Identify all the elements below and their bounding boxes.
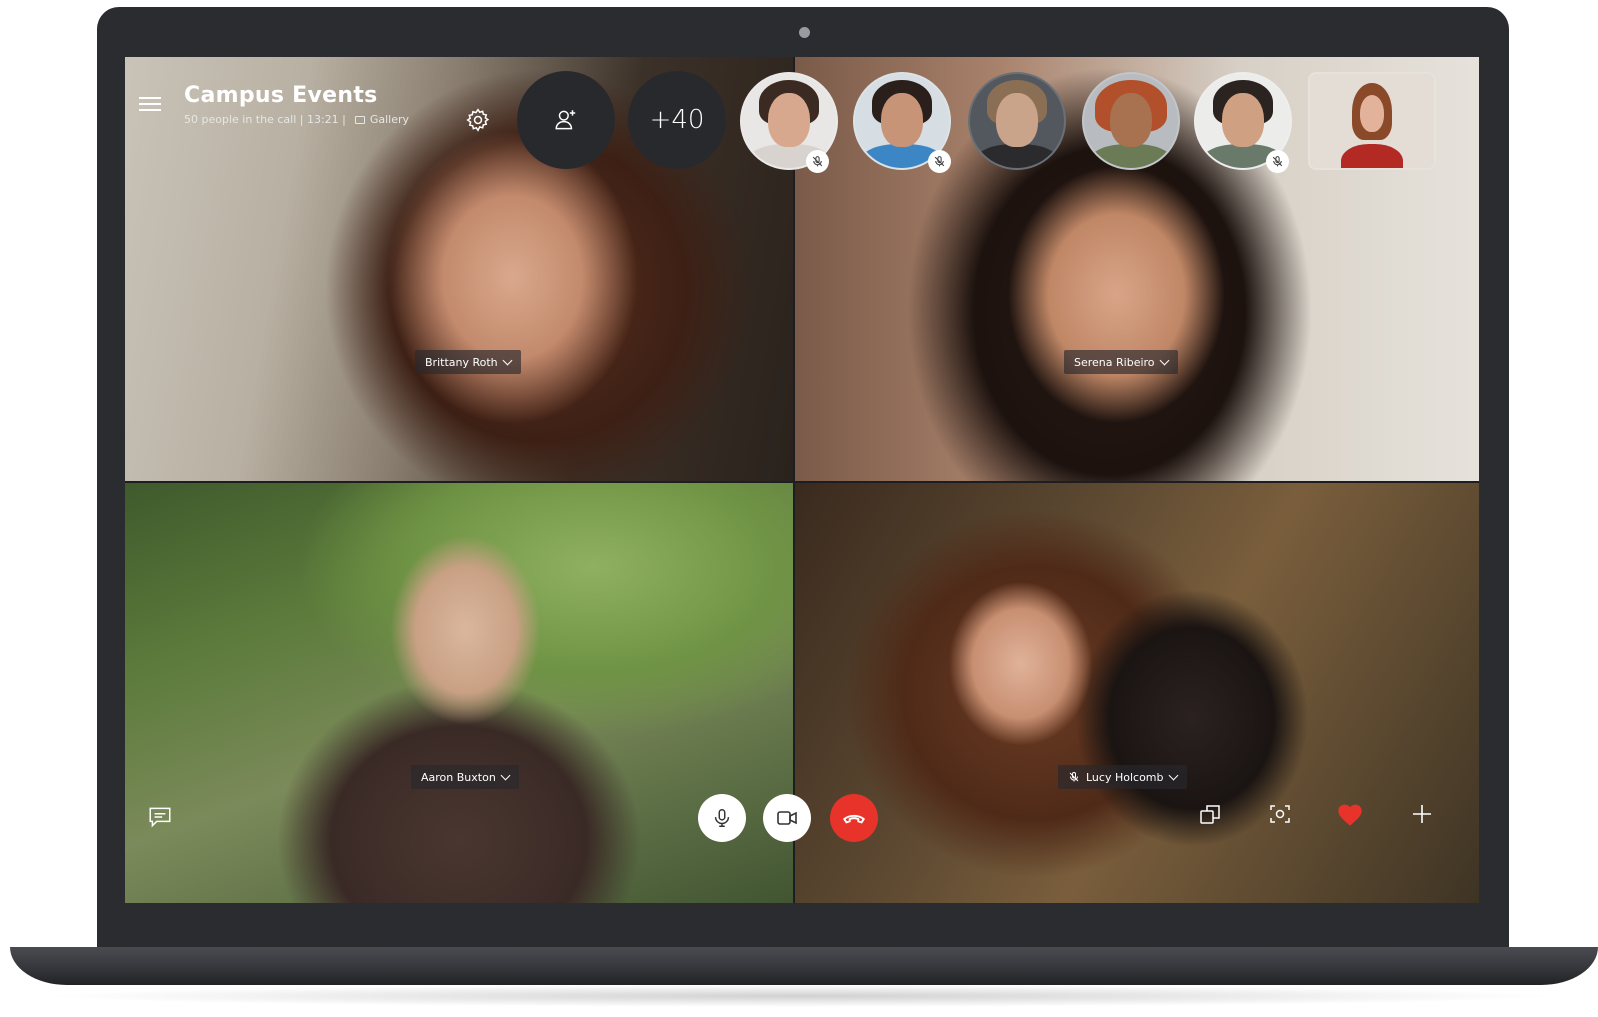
laptop-base	[10, 947, 1598, 985]
heart-icon[interactable]	[1335, 799, 1365, 829]
chevron-down-icon	[500, 770, 511, 780]
microphone-icon	[714, 809, 730, 827]
end-call-button[interactable]	[830, 794, 878, 842]
call-title: Campus Events	[184, 83, 378, 108]
participant-name-tag[interactable]: Lucy Holcomb	[1058, 765, 1187, 789]
snapshot-icon[interactable]	[1265, 799, 1295, 829]
gallery-icon	[354, 115, 365, 124]
video-tile-3[interactable]	[125, 483, 793, 903]
participant-name-tag[interactable]: Serena Ribeiro	[1064, 350, 1178, 374]
hang-up-icon	[842, 814, 866, 824]
muted-badge	[928, 150, 951, 173]
tile-divider	[793, 57, 795, 903]
participant-avatar[interactable]	[968, 72, 1066, 170]
webcam	[799, 27, 810, 38]
chevron-down-icon	[502, 355, 513, 365]
chat-icon[interactable]	[145, 802, 175, 832]
chevron-down-icon	[1159, 355, 1169, 365]
muted-badge	[806, 150, 829, 173]
participant-name: Aaron Buxton	[421, 770, 496, 784]
participant-name: Serena Ribeiro	[1074, 355, 1155, 369]
call-screen: Campus Events 50 people in the call | 13…	[125, 57, 1479, 903]
laptop-shadow	[40, 985, 1560, 1007]
tile-divider	[125, 481, 1479, 483]
video-camera-icon	[777, 811, 797, 825]
video-button[interactable]	[763, 794, 811, 842]
view-mode-label[interactable]: Gallery	[370, 113, 409, 126]
plus-icon[interactable]	[1407, 799, 1437, 829]
participant-name-tag[interactable]: Aaron Buxton	[411, 765, 519, 789]
video-tile-4[interactable]	[795, 483, 1479, 903]
call-info: 50 people in the call | 13:21 |	[184, 113, 346, 126]
more-participants-button[interactable]: +40	[628, 71, 726, 169]
microphone-button[interactable]	[698, 794, 746, 842]
muted-mic-icon	[1069, 772, 1079, 782]
switch-camera-icon[interactable]	[1195, 799, 1225, 829]
participant-avatar[interactable]	[1082, 72, 1180, 170]
participant-name: Brittany Roth	[425, 355, 498, 369]
add-person-icon	[555, 110, 576, 130]
add-people-button[interactable]	[517, 71, 615, 169]
muted-badge	[1266, 150, 1289, 173]
chevron-down-icon	[1168, 770, 1178, 780]
hamburger-icon[interactable]	[137, 93, 163, 115]
call-subtitle: 50 people in the call | 13:21 | Gallery	[184, 113, 409, 126]
gear-icon[interactable]	[465, 107, 491, 133]
participant-name: Lucy Holcomb	[1086, 770, 1164, 784]
participant-video-thumbnail[interactable]	[1308, 72, 1436, 170]
participant-name-tag[interactable]: Brittany Roth	[415, 350, 521, 374]
